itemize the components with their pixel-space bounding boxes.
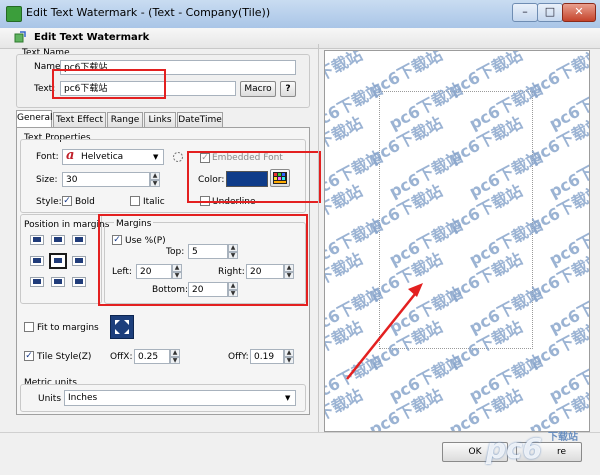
offx-label: OffX: [110, 352, 133, 362]
chevron-down-icon[interactable]: ▼ [153, 153, 158, 161]
tab-text-effect[interactable]: Text Effect [53, 112, 106, 128]
tab-datetime[interactable]: DateTime [177, 112, 223, 128]
position-top-right[interactable] [72, 235, 86, 245]
offx-up[interactable]: ▲ [170, 349, 180, 357]
close-button[interactable]: ✕ [562, 3, 596, 22]
expand-arrows-icon [115, 320, 129, 334]
tile-style-label: Tile Style(Z) [37, 352, 92, 362]
font-label: Font: [36, 152, 59, 162]
loading-icon [173, 152, 183, 162]
offy-field[interactable]: 0.19 [250, 349, 284, 364]
tab-links[interactable]: Links [144, 112, 176, 128]
size-field[interactable]: 30 [62, 172, 150, 187]
preview-page: pc6下载站 pc6下载站 pc6下载站 pc6下载站 pc6下载站 pc6下载站 pc6下… [324, 50, 590, 432]
size-down-button[interactable]: ▼ [150, 180, 160, 187]
position-label: Position in margins [24, 220, 110, 230]
italic-label: Italic [143, 197, 165, 207]
offy-down[interactable]: ▼ [284, 357, 294, 364]
offy-up[interactable]: ▲ [284, 349, 294, 357]
position-bottom-center[interactable] [51, 277, 65, 287]
app-icon [6, 6, 22, 22]
position-bottom-left[interactable] [30, 277, 44, 287]
style-label: Style: [36, 197, 62, 207]
fit-expand-button[interactable] [110, 315, 134, 339]
position-middle-left[interactable] [30, 256, 44, 266]
offx-field[interactable]: 0.25 [134, 349, 170, 364]
bold-checkbox[interactable]: ✓ [62, 196, 72, 206]
tile-style-checkbox[interactable]: ✓ [24, 351, 34, 361]
red-arrow-annotation [346, 283, 423, 380]
offy-label: OffY: [228, 352, 249, 362]
window-title: Edit Text Watermark - (Text - Company(Ti… [26, 6, 271, 19]
italic-checkbox[interactable] [130, 196, 140, 206]
offx-down[interactable]: ▼ [170, 357, 180, 364]
highlight-color-box [187, 151, 321, 203]
font-select[interactable]: Helvetica [62, 149, 164, 165]
logo-watermark: pc6 [486, 432, 543, 465]
maximize-button[interactable]: □ [537, 3, 563, 22]
highlight-margins-box [98, 214, 308, 306]
help-button[interactable]: ? [280, 81, 296, 97]
minimize-button[interactable]: – [512, 3, 538, 22]
position-bottom-right[interactable] [72, 277, 86, 287]
font-type-icon: a [66, 148, 75, 163]
highlight-text-box [52, 69, 166, 99]
bold-label: Bold [75, 197, 95, 207]
position-top-left[interactable] [30, 235, 44, 245]
units-select[interactable]: Inches [64, 390, 296, 406]
units-chevron-down-icon[interactable]: ▼ [285, 394, 290, 402]
fit-to-margins-checkbox[interactable] [24, 322, 34, 332]
units-label: Units [38, 394, 62, 404]
logo-sub-text: 下载站 [548, 432, 578, 443]
fit-to-margins-label: Fit to margins [37, 323, 99, 333]
position-middle-right[interactable] [72, 256, 86, 266]
position-center[interactable] [49, 253, 67, 269]
position-top-center[interactable] [51, 235, 65, 245]
watermark-edit-icon [14, 31, 26, 43]
size-label: Size: [36, 175, 58, 185]
macro-button[interactable]: Macro [240, 81, 276, 97]
size-up-button[interactable]: ▲ [150, 172, 160, 180]
tab-range[interactable]: Range [107, 112, 143, 128]
header-title: Edit Text Watermark [34, 32, 150, 43]
